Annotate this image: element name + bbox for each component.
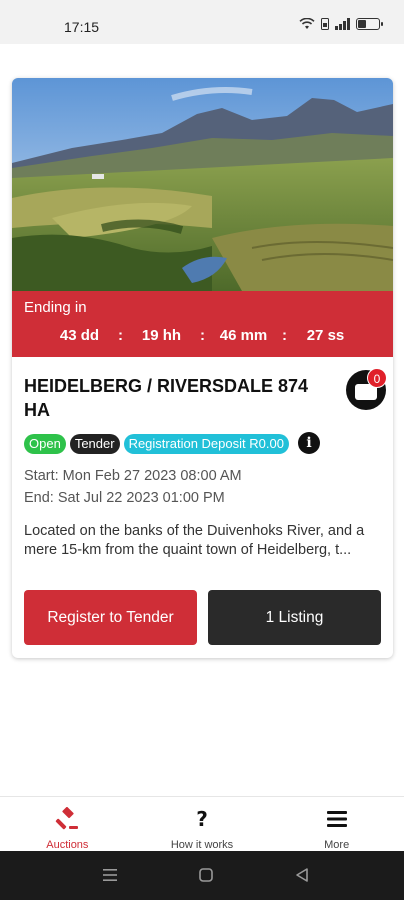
question-icon: ? — [196, 807, 208, 831]
gavel-icon — [55, 807, 79, 831]
auction-image[interactable] — [12, 78, 393, 291]
status-time: 17:15 — [64, 19, 100, 35]
deposit-badge: Registration Deposit R0.00 — [123, 434, 289, 454]
home-icon[interactable] — [198, 867, 214, 883]
cart-count-badge: 0 — [367, 368, 387, 388]
countdown-separator: : — [282, 327, 287, 344]
status-badges: Open Tender Registration Deposit R0.00 — [24, 434, 289, 454]
countdown-minutes: 46 mm — [219, 327, 268, 344]
countdown-banner: Ending in 43 dd : 19 hh : 46 mm : 27 ss — [12, 291, 393, 357]
countdown-separator: : — [200, 327, 205, 344]
register-to-tender-button[interactable]: Register to Tender — [24, 590, 197, 645]
auction-card[interactable]: Ending in 43 dd : 19 hh : 46 mm : 27 ss … — [12, 78, 393, 658]
nav-how-it-works[interactable]: ? How it works — [135, 797, 270, 851]
start-date: Start: Mon Feb 27 2023 08:00 AM — [24, 468, 242, 484]
open-badge: Open — [24, 434, 66, 454]
battery-icon — [356, 18, 383, 30]
nav-more[interactable]: More — [269, 797, 404, 851]
recents-icon[interactable] — [102, 867, 118, 883]
auction-description: Located on the banks of the Duivenhoks R… — [24, 523, 365, 558]
nav-auctions[interactable]: Auctions — [0, 797, 135, 851]
listing-button[interactable]: 1 Listing — [208, 590, 381, 645]
back-icon[interactable] — [294, 867, 310, 883]
countdown-days: 43 dd — [59, 327, 100, 344]
auction-title[interactable]: HEIDELBERG / RIVERSDALE 874 HA — [24, 374, 324, 422]
countdown-hours: 19 hh — [141, 327, 182, 344]
info-icon[interactable]: i — [298, 432, 320, 454]
wifi-icon — [299, 18, 315, 29]
nav-label-how-it-works: How it works — [170, 839, 234, 851]
tender-badge: Tender — [69, 434, 120, 454]
status-icons — [299, 18, 383, 30]
menu-icon — [326, 807, 348, 831]
countdown-separator: : — [118, 327, 123, 344]
bottom-navigation: Auctions ? How it works More — [0, 796, 404, 851]
end-date: End: Sat Jul 22 2023 01:00 PM — [24, 490, 225, 506]
countdown-seconds: 27 ss — [306, 327, 345, 344]
system-navigation-bar — [0, 851, 404, 900]
signal-icon — [335, 18, 350, 30]
nav-label-auctions: Auctions — [46, 839, 89, 851]
status-bar: 17:15 — [0, 0, 404, 44]
countdown-timer: 43 dd : 19 hh : 46 mm : 27 ss — [12, 327, 393, 344]
countdown-label: Ending in — [24, 299, 87, 316]
nav-label-more: More — [324, 839, 350, 851]
sim-icon — [321, 18, 329, 30]
